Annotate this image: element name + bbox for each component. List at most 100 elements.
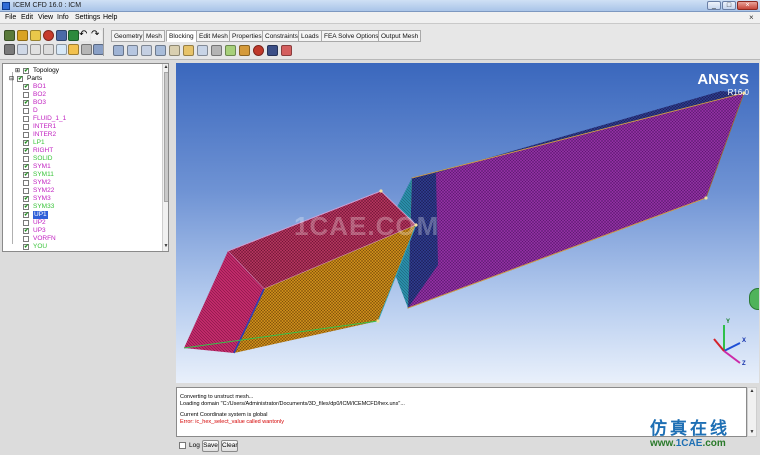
part-label: BO1 xyxy=(33,83,47,90)
log-checkbox[interactable] xyxy=(179,442,186,449)
part-checkbox[interactable]: ✔ xyxy=(23,172,29,178)
part-label: SYM11 xyxy=(33,171,54,178)
part-checkbox[interactable] xyxy=(23,116,29,122)
tab-properties[interactable]: Properties xyxy=(229,30,265,42)
quality-icon[interactable] xyxy=(281,45,292,56)
zoom-icon[interactable] xyxy=(17,44,28,55)
part-label: FLUID_1_1 xyxy=(33,115,67,122)
tab-loads[interactable]: Loads xyxy=(298,30,322,42)
part-label: BO2 xyxy=(33,91,47,98)
mesh-model xyxy=(183,91,746,354)
part-checkbox[interactable]: ✔ xyxy=(23,212,29,218)
brand-website: www.1CAE.com xyxy=(650,438,726,449)
part-checkbox[interactable]: ✔ xyxy=(23,140,29,146)
open-project-icon[interactable] xyxy=(17,30,28,41)
part-checkbox[interactable]: ✔ xyxy=(23,196,29,202)
save-button[interactable]: Save xyxy=(202,440,219,452)
parts-checkbox[interactable]: ✔ xyxy=(17,76,23,82)
minimize-button[interactable]: _ xyxy=(707,1,721,10)
tree-scrollbar[interactable]: ▲ ▼ xyxy=(162,64,168,251)
part-checkbox[interactable]: ✔ xyxy=(23,164,29,170)
close-button[interactable]: × xyxy=(737,1,758,10)
brand-web-suffix: .com xyxy=(702,438,726,449)
transform-blocks-icon[interactable] xyxy=(197,45,208,56)
maximize-button[interactable]: □ xyxy=(722,1,736,10)
tree-label-topology: Topology xyxy=(33,67,60,74)
part-label: SYM3 xyxy=(33,195,51,202)
part-checkbox[interactable] xyxy=(23,156,29,162)
tab-output-mesh[interactable]: Output Mesh xyxy=(378,30,422,42)
collapse-icon[interactable]: ⊟ xyxy=(9,75,14,83)
part-checkbox[interactable] xyxy=(23,188,29,194)
split-block-icon[interactable] xyxy=(127,45,138,56)
menu-view[interactable]: View xyxy=(38,13,53,23)
part-label: BO3 xyxy=(33,99,47,106)
geometry-sphere-icon[interactable] xyxy=(43,30,54,41)
menu-help[interactable]: Help xyxy=(103,13,117,23)
part-checkbox[interactable] xyxy=(23,236,29,242)
part-checkbox[interactable]: ✔ xyxy=(23,100,29,106)
undo-icon[interactable]: ↶ xyxy=(79,30,90,41)
graphics-viewport[interactable]: 1CAE.COM ANSYS R16.0 Y X Z xyxy=(176,63,759,383)
menu-info[interactable]: Info xyxy=(57,13,69,23)
tab-mesh[interactable]: Mesh xyxy=(143,30,165,42)
new-project-icon[interactable] xyxy=(4,30,15,41)
part-checkbox[interactable]: ✔ xyxy=(23,84,29,90)
lightning-icon[interactable] xyxy=(30,30,41,41)
log-checkbox-label: Log xyxy=(189,442,200,449)
part-checkbox[interactable]: ✔ xyxy=(23,228,29,234)
part-checkbox[interactable] xyxy=(23,124,29,130)
move-vertex-icon[interactable] xyxy=(183,45,194,56)
topology-checkbox[interactable]: ✔ xyxy=(23,68,29,74)
part-checkbox[interactable] xyxy=(23,220,29,226)
part-checkbox[interactable]: ✔ xyxy=(23,148,29,154)
clear-button[interactable]: Clear xyxy=(221,440,238,452)
scroll-up-icon[interactable]: ▲ xyxy=(163,64,168,71)
pre-mesh-smooth-icon[interactable] xyxy=(239,45,250,56)
tab-constraints[interactable]: Constraints xyxy=(262,30,301,42)
part-checkbox[interactable] xyxy=(23,132,29,138)
part-label: INTER1 xyxy=(33,123,57,130)
close-icon[interactable]: × xyxy=(749,13,754,22)
part-checkbox[interactable] xyxy=(23,180,29,186)
measure-icon[interactable] xyxy=(56,44,67,55)
redo-icon[interactable]: ↷ xyxy=(91,30,102,41)
log-scroll-up-icon[interactable]: ▲ xyxy=(749,388,755,395)
create-block-icon[interactable] xyxy=(113,45,124,56)
mesh-icon[interactable] xyxy=(56,30,67,41)
part-checkbox[interactable]: ✔ xyxy=(23,244,29,250)
view-box-icon[interactable] xyxy=(43,44,54,55)
select-icon[interactable] xyxy=(4,44,15,55)
merge-vertices-icon[interactable] xyxy=(141,45,152,56)
axis-y-label: Y xyxy=(726,319,731,325)
part-label: LP1 xyxy=(33,139,45,146)
tab-geometry[interactable]: Geometry xyxy=(111,30,146,42)
delete-block-icon[interactable] xyxy=(267,45,278,56)
edit-block-icon[interactable] xyxy=(155,45,166,56)
tab-blocking[interactable]: Blocking xyxy=(166,30,197,42)
scroll-thumb[interactable] xyxy=(164,72,168,202)
fit-window-icon[interactable] xyxy=(30,44,41,55)
part-checkbox[interactable]: ✔ xyxy=(23,204,29,210)
render-icon[interactable] xyxy=(81,44,92,55)
lighting-icon[interactable] xyxy=(68,44,79,55)
part-checkbox[interactable] xyxy=(23,92,29,98)
log-controls: Log Save Clear xyxy=(176,440,476,453)
menu-edit[interactable]: Edit xyxy=(21,13,33,23)
pre-mesh-params-icon[interactable] xyxy=(225,45,236,56)
tab-fea-solve-options[interactable]: FEA Solve Options xyxy=(321,30,382,42)
blocking-icon[interactable] xyxy=(68,30,79,41)
menu-file[interactable]: File xyxy=(5,13,16,23)
expand-icon[interactable]: ⊞ xyxy=(15,67,20,75)
part-checkbox[interactable] xyxy=(23,108,29,114)
axis-z-label: Z xyxy=(742,361,746,367)
scroll-down-icon[interactable]: ▼ xyxy=(163,243,168,250)
edit-edge-icon[interactable] xyxy=(211,45,222,56)
ansys-version: R16.0 xyxy=(727,88,749,97)
menu-bar: File Edit View Info Settings Help × xyxy=(0,12,760,24)
associate-icon[interactable] xyxy=(169,45,180,56)
tab-edit-mesh[interactable]: Edit Mesh xyxy=(196,30,231,42)
menu-settings[interactable]: Settings xyxy=(75,13,100,23)
side-panel-handle[interactable] xyxy=(749,288,759,310)
block-check-icon[interactable] xyxy=(253,45,264,56)
